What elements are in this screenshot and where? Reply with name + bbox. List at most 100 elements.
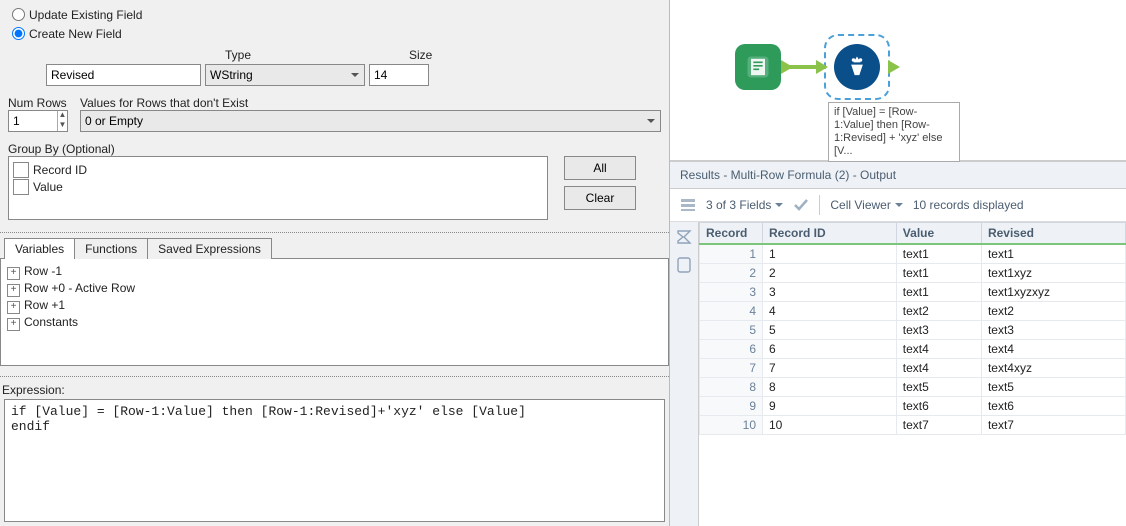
- table-row[interactable]: 88text5text5: [700, 378, 1126, 397]
- text-input-icon: [744, 53, 772, 81]
- cell-record-id: 8: [763, 378, 897, 397]
- table-side-tabs: [670, 222, 699, 526]
- radio-create-label: Create New Field: [29, 27, 122, 41]
- column-header[interactable]: Value: [896, 223, 981, 245]
- cell-record-id: 7: [763, 359, 897, 378]
- cell-record: 1: [700, 244, 763, 264]
- layout-icon[interactable]: [680, 197, 696, 213]
- expression-label: Expression:: [2, 383, 669, 397]
- cell-value: text1: [896, 264, 981, 283]
- cell-record: 5: [700, 321, 763, 340]
- num-rows-input[interactable]: [9, 111, 57, 131]
- divider: [0, 376, 669, 377]
- tree-item[interactable]: + Row -1: [7, 263, 662, 280]
- multi-row-formula-tool[interactable]: [828, 38, 886, 96]
- tree-item-label: Row +0 - Active Row: [24, 281, 135, 295]
- groupby-label: Group By (Optional): [8, 142, 661, 156]
- workflow-canvas[interactable]: if [Value] = [Row-1:Value] then [Row-1:R…: [670, 0, 1126, 161]
- checkbox-value[interactable]: [13, 179, 29, 195]
- cell-record-id: 3: [763, 283, 897, 302]
- cell-revised: text5: [981, 378, 1125, 397]
- table-row[interactable]: 66text4text4: [700, 340, 1126, 359]
- spinner-down[interactable]: ▼: [58, 121, 67, 131]
- cell-revised: text6: [981, 397, 1125, 416]
- cell-value: text3: [896, 321, 981, 340]
- groupby-list[interactable]: Record ID Value: [8, 156, 548, 220]
- cell-record: 2: [700, 264, 763, 283]
- values-not-exist-label: Values for Rows that don't Exist: [80, 96, 661, 110]
- tab-saved[interactable]: Saved Expressions: [147, 238, 272, 259]
- divider: [0, 232, 669, 233]
- results-toolbar: 3 of 3 Fields Cell Viewer 10 records dis…: [670, 189, 1126, 222]
- radio-create-new[interactable]: Create New Field: [8, 25, 661, 42]
- output-anchor[interactable]: [888, 60, 900, 74]
- table-row[interactable]: 11text1text1: [700, 244, 1126, 264]
- table-row[interactable]: 99text6text6: [700, 397, 1126, 416]
- cell-revised: text7: [981, 416, 1125, 435]
- expand-icon[interactable]: +: [7, 318, 20, 331]
- column-header[interactable]: Revised: [981, 223, 1125, 245]
- fields-dropdown[interactable]: 3 of 3 Fields: [706, 198, 783, 212]
- cell-value: text4: [896, 359, 981, 378]
- cell-revised: text1xyzxyz: [981, 283, 1125, 302]
- checkbox-record-id[interactable]: [13, 162, 29, 178]
- cell-record-id: 5: [763, 321, 897, 340]
- expand-icon[interactable]: +: [7, 301, 20, 314]
- expression-editor[interactable]: if [Value] = [Row-1:Value] then [Row-1:R…: [4, 399, 665, 522]
- tree-item-label: Constants: [24, 315, 78, 329]
- cell-value: text1: [896, 244, 981, 264]
- cell-revised: text3: [981, 321, 1125, 340]
- tree-item[interactable]: + Constants: [7, 314, 662, 331]
- groupby-item-record-id[interactable]: Record ID: [13, 162, 543, 178]
- cell-record: 4: [700, 302, 763, 321]
- table-row[interactable]: 33text1text1xyzxyz: [700, 283, 1126, 302]
- field-name-input[interactable]: [46, 64, 201, 86]
- expand-icon[interactable]: +: [7, 267, 20, 280]
- field-size-input[interactable]: [369, 64, 429, 86]
- table-row[interactable]: 1010text7text7: [700, 416, 1126, 435]
- radio-update-existing[interactable]: Update Existing Field: [8, 6, 661, 23]
- page-icon[interactable]: [675, 256, 693, 274]
- cell-record-id: 2: [763, 264, 897, 283]
- table-row[interactable]: 44text2text2: [700, 302, 1126, 321]
- num-rows-spinner[interactable]: ▲ ▼: [8, 110, 68, 132]
- cell-record: 6: [700, 340, 763, 359]
- cell-viewer-dropdown[interactable]: Cell Viewer: [830, 198, 902, 212]
- cell-revised: text4xyz: [981, 359, 1125, 378]
- cell-revised: text2: [981, 302, 1125, 321]
- table-row[interactable]: 77text4text4xyz: [700, 359, 1126, 378]
- column-header[interactable]: Record: [700, 223, 763, 245]
- column-header[interactable]: Record ID: [763, 223, 897, 245]
- all-button[interactable]: All: [564, 156, 636, 180]
- tree-item[interactable]: + Row +1: [7, 297, 662, 314]
- tab-variables[interactable]: Variables: [4, 238, 75, 259]
- radio-create-input[interactable]: [12, 27, 25, 40]
- type-label: Type: [225, 48, 385, 62]
- tree-item-label: Row +1: [24, 298, 65, 312]
- clear-button[interactable]: Clear: [564, 186, 636, 210]
- sigma-icon[interactable]: [675, 228, 693, 246]
- groupby-item-label: Record ID: [33, 163, 87, 177]
- variables-tree[interactable]: + Row -1 + Row +0 - Active Row + Row +1 + Const…: [0, 259, 669, 366]
- text-input-tool[interactable]: [735, 44, 781, 90]
- table-row[interactable]: 22text1text1xyz: [700, 264, 1126, 283]
- tree-item[interactable]: + Row +0 - Active Row: [7, 280, 662, 297]
- cell-revised: text1: [981, 244, 1125, 264]
- radio-update-input[interactable]: [12, 8, 25, 21]
- field-type-select[interactable]: WString: [205, 64, 365, 86]
- values-not-exist-select[interactable]: 0 or Empty: [80, 110, 661, 132]
- check-icon[interactable]: [793, 197, 809, 213]
- input-anchor[interactable]: [816, 60, 828, 74]
- tree-item-label: Row -1: [24, 264, 62, 278]
- cell-revised: text1xyz: [981, 264, 1125, 283]
- expand-icon[interactable]: +: [7, 284, 20, 297]
- multi-row-formula-icon: [843, 53, 871, 81]
- cell-record: 10: [700, 416, 763, 435]
- cell-value: text1: [896, 283, 981, 302]
- table-row[interactable]: 55text3text3: [700, 321, 1126, 340]
- groupby-item-label: Value: [33, 180, 63, 194]
- cell-revised: text4: [981, 340, 1125, 359]
- groupby-item-value[interactable]: Value: [13, 179, 543, 195]
- tab-functions[interactable]: Functions: [74, 238, 148, 259]
- tabs: Variables Functions Saved Expressions: [0, 237, 669, 259]
